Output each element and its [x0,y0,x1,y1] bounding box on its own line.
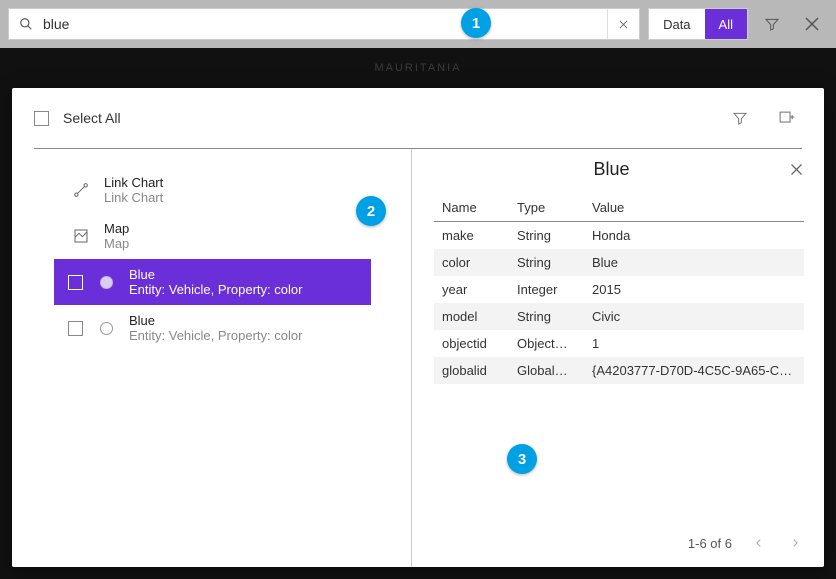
results-list: Link Chart Link Chart Map Map Blue En [12,149,412,567]
close-panel-button[interactable] [796,8,828,40]
result-checkbox[interactable] [68,321,83,336]
result-subtitle: Link Chart [104,190,163,205]
result-subtitle: Map [104,236,129,251]
table-row: objectid Object… 1 [434,330,804,357]
map-label: MAURITANIA [374,62,461,74]
callout-3: 3 [507,444,537,474]
search-results-panel: Select All Link Chart Link Chart [12,88,824,567]
filter-button[interactable] [756,8,788,40]
add-to-button[interactable] [770,102,802,134]
toggle-all[interactable]: All [705,9,747,39]
result-item-map[interactable]: Map Map [54,213,371,259]
result-title: Blue [129,313,302,328]
panel-header: Select All [12,88,824,148]
table-row: model String Civic [434,303,804,330]
result-checkbox[interactable] [68,275,83,290]
toggle-data[interactable]: Data [649,9,704,39]
result-title: Blue [129,267,302,282]
pager: 1-6 of 6 [434,519,804,553]
callout-1: 1 [461,8,491,38]
col-name: Name [434,194,509,222]
table-row: color String Blue [434,249,804,276]
search-input[interactable] [43,16,607,32]
pager-next[interactable] [786,533,804,553]
detail-title: Blue [434,159,789,180]
top-bar: Data All [0,0,836,48]
entity-icon [93,322,119,335]
properties-table: Name Type Value make String Honda color … [434,194,804,384]
result-subtitle: Entity: Vehicle, Property: color [129,328,302,343]
select-all-checkbox[interactable] [34,111,49,126]
linkchart-icon [68,182,94,198]
callout-2: 2 [356,196,386,226]
panel-body: Link Chart Link Chart Map Map Blue En [12,149,824,567]
result-item-entity-selected[interactable]: Blue Entity: Vehicle, Property: color [54,259,371,305]
map-icon [68,228,94,244]
detail-header: Blue [434,149,804,194]
select-all-label: Select All [63,110,121,126]
pager-label: 1-6 of 6 [688,536,732,551]
result-subtitle: Entity: Vehicle, Property: color [129,282,302,297]
clear-search-button[interactable] [607,9,639,39]
col-type: Type [509,194,584,222]
pager-prev[interactable] [750,533,768,553]
table-row: globalid Global… {A4203777-D70D-4C5C-9A6… [434,357,804,384]
result-item-linkchart[interactable]: Link Chart Link Chart [54,167,371,213]
table-row: year Integer 2015 [434,276,804,303]
result-item-entity[interactable]: Blue Entity: Vehicle, Property: color [54,305,371,351]
search-icon [9,17,43,31]
result-title: Map [104,221,129,236]
search-container [8,8,640,40]
panel-filter-button[interactable] [724,102,756,134]
detail-pane: Blue Name Type Value make String [412,149,824,567]
result-title: Link Chart [104,175,163,190]
close-detail-button[interactable] [789,162,804,177]
col-value: Value [584,194,804,222]
scope-toggle: Data All [648,8,748,40]
table-row: make String Honda [434,222,804,250]
entity-icon [93,276,119,289]
